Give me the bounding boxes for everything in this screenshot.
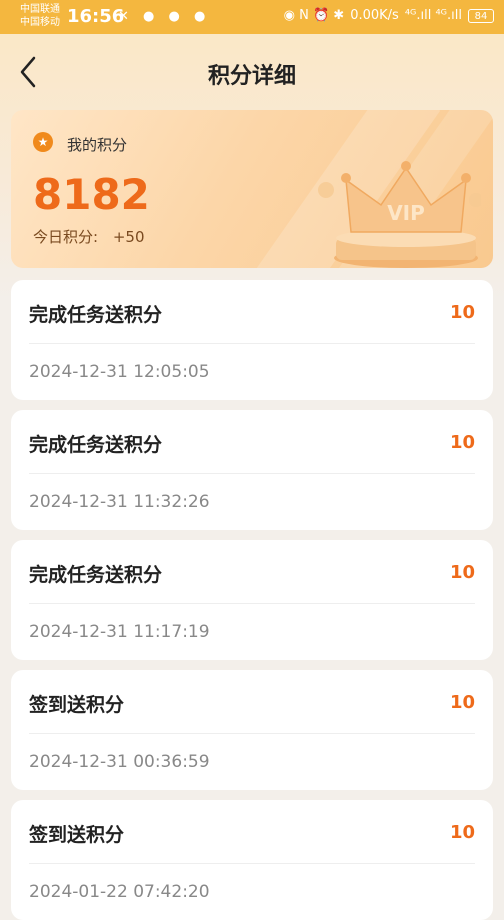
list-item: 签到送积分 10 2024-12-31 00:36:59 — [11, 670, 493, 790]
page-title: 积分详细 — [207, 64, 296, 89]
my-points-label: 我的积分 — [67, 136, 128, 154]
today-points-label: 今日积分: — [33, 228, 99, 246]
list-item: 完成任务送积分 10 2024-12-31 11:32:26 — [11, 410, 493, 530]
record-time: 2024-12-31 00:36:59 — [29, 752, 210, 772]
record-title: 签到送积分 — [29, 824, 125, 846]
divider — [29, 603, 475, 604]
vip-crown-icon: VIP — [318, 161, 481, 268]
record-points: 10 — [449, 302, 475, 323]
status-right: ◉ N ⏰ ✱ 0.00K/s ⁴ᴳ.ıll ⁴ᴳ.ıll 84 — [284, 8, 494, 23]
today-points-value: +50 — [112, 228, 145, 246]
record-title: 完成任务送积分 — [29, 304, 163, 326]
record-title: 签到送积分 — [29, 694, 125, 716]
record-points: 10 — [449, 432, 475, 453]
today-points: 今日积分: +50 — [33, 226, 155, 247]
record-time: 2024-01-22 07:42:20 — [29, 882, 210, 902]
carrier-names: 中国联通 中国移动 — [20, 3, 60, 29]
network-speed: 0.00K/s — [350, 8, 399, 23]
record-time: 2024-12-31 11:32:26 — [29, 492, 210, 512]
record-title: 完成任务送积分 — [29, 434, 163, 456]
record-points: 10 — [449, 692, 475, 713]
notification-icons: ✕ ● ● ● — [118, 9, 211, 24]
record-time: 2024-12-31 11:17:19 — [29, 622, 210, 642]
divider — [29, 473, 475, 474]
record-points: 10 — [449, 562, 475, 583]
signal-icon: ⁴ᴳ.ıll ⁴ᴳ.ıll — [404, 8, 462, 23]
carrier-2: 中国移动 — [20, 17, 60, 28]
list-item: 完成任务送积分 10 2024-12-31 11:17:19 — [11, 540, 493, 660]
status-time: 16:56 — [67, 6, 125, 27]
carrier-1: 中国联通 — [20, 4, 60, 15]
system-icons: ◉ N ⏰ ✱ — [283, 8, 345, 23]
vip-text: VIP — [387, 201, 425, 225]
status-bar: 中国联通 中国移动 16:56 ✕ ● ● ● ◉ N ⏰ ✱ 0.00K/s … — [0, 0, 504, 34]
record-points: 10 — [449, 822, 475, 843]
divider — [29, 343, 475, 344]
list-item: 签到送积分 10 2024-01-22 07:42:20 — [11, 800, 493, 920]
list-item: 完成任务送积分 10 2024-12-31 12:05:05 — [11, 280, 493, 400]
divider — [29, 863, 475, 864]
points-total: 8182 — [33, 170, 150, 219]
star-icon: ★ — [33, 132, 53, 152]
record-title: 完成任务送积分 — [29, 564, 163, 586]
divider — [29, 733, 475, 734]
points-card: ★ 我的积分 8182 今日积分: +50 VIP — [11, 110, 493, 268]
record-time: 2024-12-31 12:05:05 — [29, 362, 210, 382]
nav-bar: 积分详细 — [0, 34, 504, 110]
battery-icon: 84 — [468, 8, 494, 23]
